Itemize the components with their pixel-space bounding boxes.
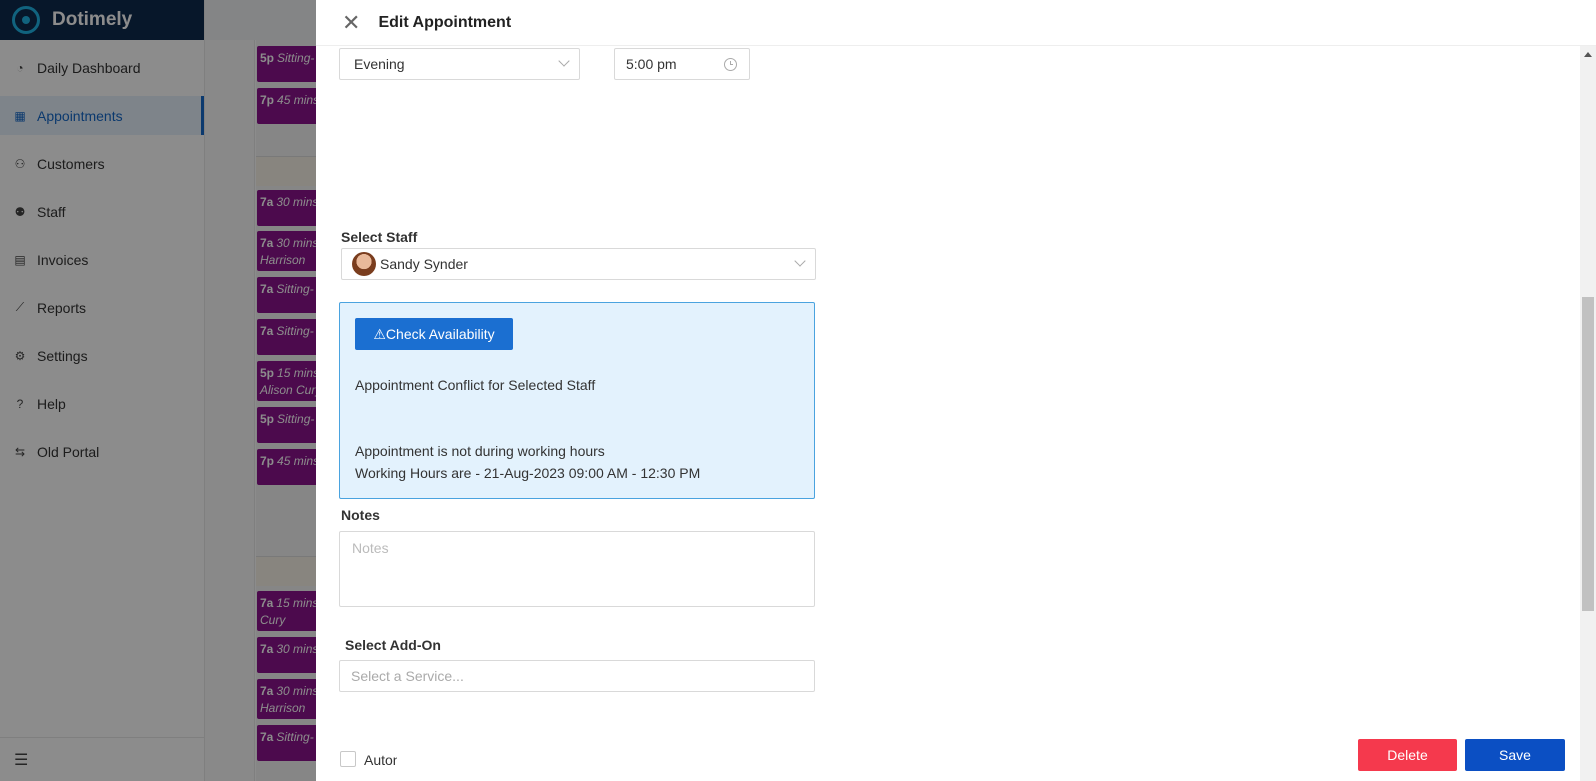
chevron-down-icon [794, 255, 806, 267]
period-select-value: Evening [354, 56, 405, 72]
auto-checkbox-label: Auton [364, 752, 397, 768]
save-button[interactable]: Save [1465, 739, 1565, 771]
drawer-scrollbar[interactable] [1580, 46, 1596, 781]
time-picker[interactable]: 5:00 pm [614, 48, 750, 80]
conflict-message: Appointment Conflict for Selected Staff [355, 377, 596, 393]
select-addon-label: Select Add-On [345, 637, 441, 653]
addon-select[interactable]: Select a Service... [339, 660, 815, 692]
scrollbar-thumb[interactable] [1582, 297, 1594, 611]
scroll-up-arrow-icon[interactable] [1584, 52, 1592, 57]
time-picker-value: 5:00 pm [626, 56, 677, 72]
notes-label: Notes [341, 507, 380, 523]
select-staff-label: Select Staff [341, 229, 418, 245]
period-select[interactable]: Evening [339, 48, 580, 80]
staff-select-value: Sandy Synder [380, 256, 468, 272]
close-icon[interactable]: ✕ [342, 11, 360, 34]
chevron-down-icon [558, 55, 570, 67]
staff-select[interactable]: Sandy Synder [341, 248, 816, 280]
hours-warning: Appointment is not during working hours [355, 443, 605, 459]
drawer-title: Edit Appointment [378, 13, 512, 31]
delete-button[interactable]: Delete [1358, 739, 1457, 771]
auto-checkbox[interactable] [340, 751, 356, 767]
notes-textarea[interactable]: Notes [339, 531, 815, 607]
clock-icon [724, 58, 737, 71]
avatar [352, 252, 376, 276]
working-hours: Working Hours are - 21-Aug-2023 09:00 AM… [355, 465, 701, 481]
check-availability-button[interactable]: ⚠Check Availability [355, 318, 513, 350]
availability-panel: ⚠Check Availability Appointment Conflict… [339, 302, 815, 499]
drawer-header: ✕ Edit Appointment [316, 0, 1596, 46]
